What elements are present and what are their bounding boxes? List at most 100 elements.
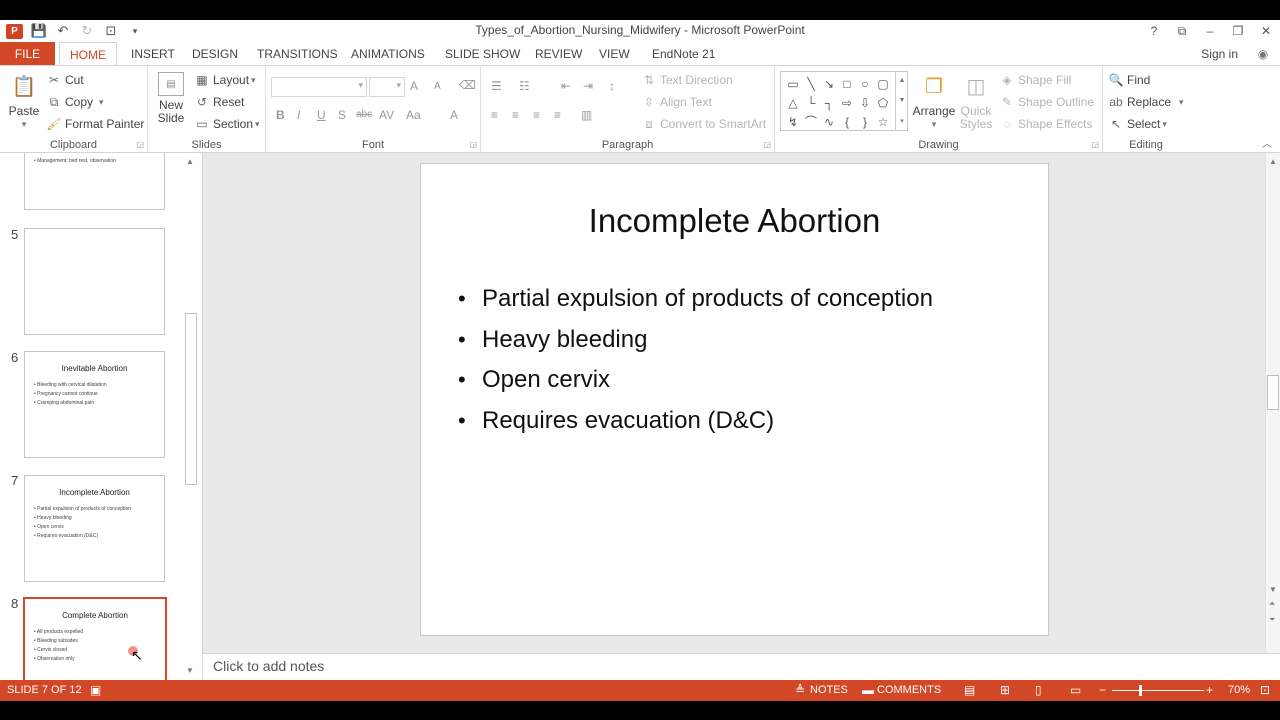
copy-button[interactable]: ⧉ Copy ▾ (46, 94, 104, 110)
thumbnail-scrollbar[interactable]: ▲ ▼ (183, 153, 200, 680)
find-button[interactable]: 🔍 Find (1108, 72, 1151, 88)
tab-insert[interactable]: INSERT (131, 42, 175, 66)
current-slide[interactable]: Incomplete Abortion Partial expulsion of… (420, 163, 1049, 636)
justify-icon[interactable]: ≡ (554, 108, 561, 122)
line-spacing-icon[interactable]: ↕ (609, 79, 615, 93)
slide-sorter-icon[interactable]: ⊞ (1000, 683, 1010, 697)
shrink-font-button[interactable]: A (434, 81, 441, 92)
scroll-up-icon[interactable]: ▲ (1269, 157, 1277, 166)
triangle-shape-icon[interactable]: △ (784, 93, 802, 112)
shape-outline-button[interactable]: ✎ Shape Outline (999, 94, 1094, 110)
format-painter-button[interactable]: 🖌 Format Painter (46, 116, 144, 132)
copy-dropdown-icon[interactable]: ▾ (99, 97, 104, 108)
zoom-in-icon[interactable]: + (1206, 683, 1213, 697)
wave-shape-icon[interactable]: ∿ (820, 112, 838, 131)
decrease-indent-icon[interactable]: ⇤ (561, 79, 571, 93)
next-slide-icon[interactable]: ⏷ (1269, 615, 1275, 625)
layout-button[interactable]: ▦ Layout ▾ (194, 72, 255, 88)
section-button[interactable]: ▭ Section ▾ (194, 116, 259, 132)
bullets-icon[interactable]: ☰ (491, 79, 502, 93)
bold-button[interactable]: B (276, 108, 285, 122)
reading-view-icon[interactable]: ▯ (1035, 683, 1042, 697)
tab-animations[interactable]: ANIMATIONS (351, 42, 425, 66)
slide-thumbnail-4[interactable]: Management: bed rest, observation (24, 153, 165, 210)
slide-content[interactable]: Partial expulsion of products of concept… (458, 279, 933, 441)
drawing-launcher-icon[interactable]: ◲ (1091, 140, 1099, 149)
zoom-slider[interactable] (1112, 690, 1204, 691)
columns-icon[interactable]: ▥ (581, 108, 592, 122)
down-arrow-shape-icon[interactable]: ⇩ (856, 93, 874, 112)
tab-transitions[interactable]: TRANSITIONS (257, 42, 338, 66)
tab-view[interactable]: VIEW (599, 42, 630, 66)
curve-shape-icon[interactable]: ↯ (784, 112, 802, 131)
italic-button[interactable]: I (297, 108, 300, 122)
spelling-check-icon[interactable]: ▣ (90, 683, 101, 697)
align-right-icon[interactable]: ≡ (533, 108, 540, 122)
account-icon[interactable]: ◉ (1254, 45, 1272, 63)
tab-design[interactable]: DESIGN (192, 42, 238, 66)
slide-thumbnail-8[interactable]: Complete Abortion All products expelled … (23, 597, 167, 680)
freeform-shape-icon[interactable]: ⬠ (874, 93, 892, 112)
scroll-down-icon[interactable]: ▼ (1269, 585, 1277, 594)
right-arrow-shape-icon[interactable]: ⇨ (838, 93, 856, 112)
help-icon[interactable]: ? (1140, 20, 1168, 42)
restore-icon[interactable]: ❐ (1224, 20, 1252, 42)
arrow-shape-icon[interactable]: ↘ (820, 74, 838, 93)
shapes-gallery[interactable]: ▭ ╲ ↘ □ ○ ▢ △ └ ┐ ⇨ ⇩ ⬠ ↯ ⌒ ∿ { } ☆ (780, 71, 908, 131)
align-center-icon[interactable]: ≡ (512, 108, 519, 122)
notes-pane[interactable]: Click to add notes (203, 653, 1280, 680)
right-brace-icon[interactable]: } (856, 112, 874, 131)
fit-to-window-icon[interactable]: ⊡ (1260, 683, 1270, 697)
cut-button[interactable]: ✂ Cut (46, 72, 84, 88)
editor-scrollbar[interactable]: ▲ ▼ ⏶ ⏷ (1265, 153, 1280, 653)
tab-review[interactable]: REVIEW (535, 42, 582, 66)
zoom-level[interactable]: 70% (1228, 684, 1250, 696)
scroll-up-icon[interactable]: ▲ (186, 157, 194, 166)
underline-button[interactable]: U (317, 108, 326, 122)
text-direction-button[interactable]: ⇅ Text Direction (641, 72, 733, 88)
notes-icon[interactable]: ≜ (795, 683, 805, 697)
select-button[interactable]: ↖ Select ▾ (1108, 116, 1167, 132)
rectangle-shape-icon[interactable]: □ (838, 74, 856, 93)
convert-smartart-button[interactable]: ⧈ Convert to SmartArt (641, 116, 766, 132)
clear-formatting-icon[interactable]: ⌫ (459, 78, 476, 92)
shape-fill-button[interactable]: ◈ Shape Fill (999, 72, 1071, 88)
sign-in-link[interactable]: Sign in (1201, 42, 1238, 66)
tab-slide-show[interactable]: SLIDE SHOW (445, 42, 520, 66)
editor-scroll-thumb[interactable] (1267, 375, 1279, 410)
strikethrough-button[interactable]: abc (356, 109, 372, 120)
zoom-slider-handle[interactable] (1139, 685, 1142, 696)
arrange-button[interactable]: ❐ Arrange ▾ (912, 72, 956, 131)
character-spacing-button[interactable]: AV (379, 108, 394, 122)
normal-view-icon[interactable]: ▤ (964, 683, 975, 697)
change-case-button[interactable]: Aa (406, 108, 421, 122)
new-slide-button[interactable]: ▤ New Slide (156, 72, 186, 125)
text-shadow-button[interactable]: S (338, 108, 346, 122)
shapes-gallery-scroll[interactable]: ▲ ▼ ▾ (895, 71, 908, 131)
tab-endnote[interactable]: EndNote 21 (652, 42, 715, 66)
star-shape-icon[interactable]: ☆ (874, 112, 892, 131)
arc-shape-icon[interactable]: ⌒ (802, 112, 820, 131)
grow-font-button[interactable]: A (410, 79, 418, 93)
slide-thumbnail-5[interactable] (24, 228, 165, 335)
numbering-icon[interactable]: ☷ (519, 79, 530, 93)
slide-thumbnail-7[interactable]: Incomplete Abortion Partial expulsion of… (24, 475, 165, 582)
thumbnail-scroll-thumb[interactable] (185, 313, 197, 485)
font-launcher-icon[interactable]: ◲ (469, 140, 477, 149)
font-color-button[interactable]: A (450, 108, 458, 122)
oval-shape-icon[interactable]: ○ (856, 74, 874, 93)
tab-home[interactable]: HOME (59, 42, 117, 66)
elbow-connector-icon[interactable]: └ (802, 93, 820, 112)
line-shape-icon[interactable]: ╲ (802, 74, 820, 93)
slide-thumbnail-6[interactable]: Inevitable Abortion Bleeding with cervic… (24, 351, 165, 458)
align-left-icon[interactable]: ≡ (491, 108, 498, 122)
previous-slide-icon[interactable]: ⏶ (1269, 599, 1275, 609)
clipboard-launcher-icon[interactable]: ◲ (136, 140, 144, 149)
tab-file[interactable]: FILE (0, 42, 55, 66)
text-box-shape-icon[interactable]: ▭ (784, 74, 802, 93)
collapse-ribbon-icon[interactable]: ︿ (1262, 135, 1272, 150)
elbow-arrow-icon[interactable]: ┐ (820, 93, 838, 112)
close-icon[interactable]: ✕ (1252, 20, 1280, 42)
slide-title[interactable]: Incomplete Abortion (421, 202, 1048, 240)
replace-button[interactable]: ab Replace ▾ (1108, 94, 1183, 110)
